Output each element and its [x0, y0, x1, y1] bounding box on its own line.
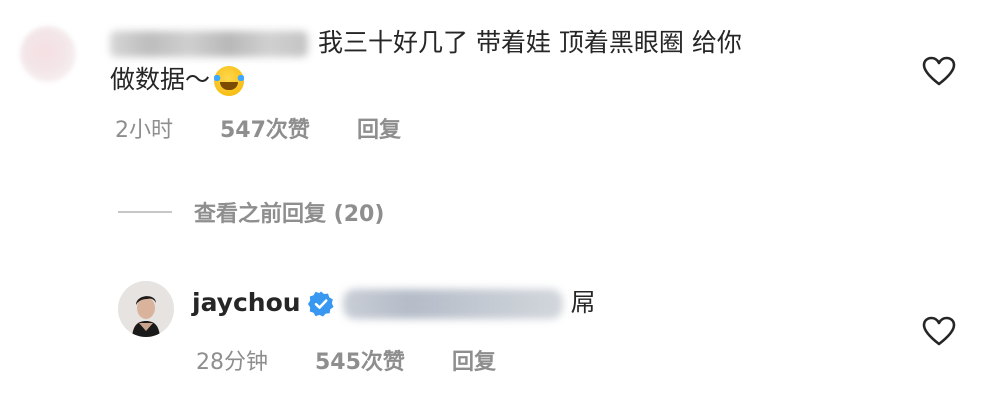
mention-redacted[interactable]	[342, 289, 563, 319]
username[interactable]: jaychou	[192, 288, 301, 317]
comment-time: 2小时	[115, 118, 173, 143]
divider-line	[118, 211, 172, 213]
heart-icon[interactable]	[922, 56, 956, 86]
view-previous-replies-button[interactable]: 查看之前回复 (20)	[194, 196, 384, 228]
comment-body: 我三十好几了 带着娃 顶着黑眼圈 给你 做数据～	[110, 24, 870, 98]
like-count[interactable]: 547次赞	[220, 118, 310, 143]
verified-badge-icon	[307, 291, 334, 317]
heart-icon[interactable]	[922, 316, 956, 346]
comment-time: 28分钟	[196, 350, 268, 375]
reply-button[interactable]: 回复	[357, 118, 401, 143]
comment-text: 屌	[570, 288, 596, 317]
avatar[interactable]	[118, 281, 174, 337]
reply-button[interactable]: 回复	[452, 350, 496, 375]
comment-meta: 2小时 547次赞 回复	[115, 112, 441, 144]
username-redacted[interactable]	[110, 31, 308, 57]
comment-text-line2: 做数据～	[110, 65, 211, 94]
comment-body: jaychou 屌	[192, 284, 596, 321]
view-previous-replies-row[interactable]: 查看之前回复 (20)	[118, 196, 384, 228]
avatar-photo-icon	[118, 281, 174, 337]
comment-text-line1: 我三十好几了 带着娃 顶着黑眼圈 给你	[318, 28, 742, 57]
comment-meta: 28分钟 545次赞 回复	[196, 344, 536, 376]
like-count[interactable]: 545次赞	[315, 350, 405, 375]
laughing-tears-emoji-icon	[214, 66, 245, 96]
avatar[interactable]	[20, 26, 76, 82]
